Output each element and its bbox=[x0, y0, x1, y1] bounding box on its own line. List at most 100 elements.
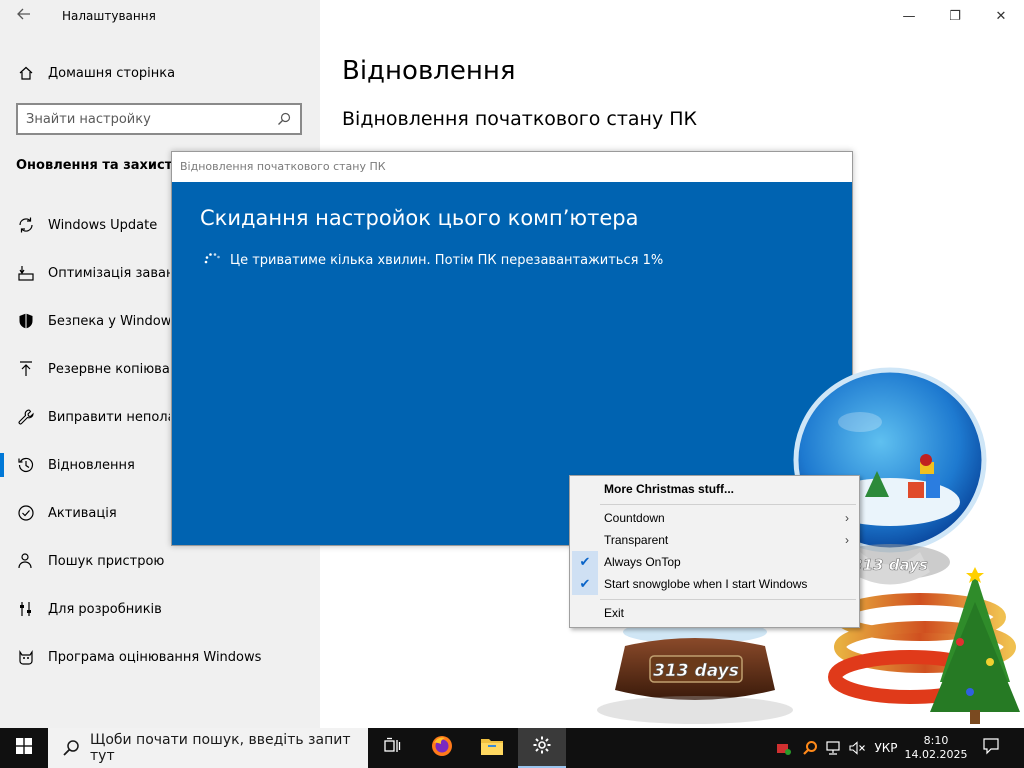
sidebar-item-insider-program[interactable]: Програма оцінювання Windows bbox=[0, 637, 320, 677]
menu-check-slot bbox=[572, 602, 598, 624]
dialog-status: Це триватиме кілька хвилин. Потім ПК пер… bbox=[202, 250, 663, 270]
start-button[interactable] bbox=[0, 728, 48, 768]
menu-item-label: Transparent bbox=[604, 533, 669, 547]
person-locate-icon bbox=[16, 551, 36, 571]
notification-icon bbox=[982, 737, 1000, 759]
desktop-screen: Налаштування Домашня сторінка Оновлення … bbox=[0, 0, 1024, 768]
taskbar-search-text: Щоби почати пошук, введіть запит тут bbox=[90, 732, 351, 764]
settings-search-box[interactable] bbox=[16, 103, 302, 135]
chevron-right-icon: › bbox=[845, 533, 849, 547]
sidebar-item-backup[interactable]: Резервне копіювання bbox=[0, 349, 170, 389]
checkmark-icon: ✔ bbox=[572, 551, 598, 573]
menu-separator bbox=[600, 599, 856, 600]
back-arrow-icon[interactable] bbox=[14, 6, 34, 26]
checkmark-icon: ✔ bbox=[572, 573, 598, 595]
sidebar-item-label: Програма оцінювання Windows bbox=[48, 649, 262, 665]
home-label: Домашня сторінка bbox=[48, 65, 176, 81]
sidebar-item-for-developers[interactable]: Для розробників bbox=[0, 589, 320, 629]
days-counter-small: 313 days bbox=[653, 661, 739, 681]
shield-icon bbox=[16, 311, 36, 331]
sidebar-item-troubleshoot[interactable]: Виправити неполадки bbox=[0, 397, 170, 437]
sidebar-item-label: Пошук пристрою bbox=[48, 553, 165, 569]
history-icon bbox=[16, 455, 36, 475]
page-subtitle: Відновлення початкового стану ПК bbox=[342, 108, 698, 130]
settings-taskbar-button[interactable] bbox=[518, 728, 566, 768]
window-controls: — ❐ ✕ bbox=[886, 0, 1024, 32]
menu-item-always-on-top[interactable]: ✔ Always OnTop bbox=[572, 551, 857, 573]
search-icon[interactable] bbox=[276, 111, 292, 127]
gear-icon bbox=[532, 735, 552, 759]
home-nav-item[interactable]: Домашня сторінка bbox=[16, 62, 175, 84]
delivery-optimization-icon bbox=[16, 263, 36, 283]
notification-center-button[interactable] bbox=[976, 728, 1006, 768]
file-explorer-taskbar-button[interactable] bbox=[468, 728, 516, 768]
dialog-status-text: Це триватиме кілька хвилин. Потім ПК пер… bbox=[230, 252, 664, 268]
sidebar-item-label: Безпека у Windows bbox=[48, 313, 170, 329]
menu-item-label: More Christmas stuff... bbox=[604, 482, 735, 496]
firefox-icon bbox=[430, 734, 454, 762]
check-circle-icon bbox=[16, 503, 36, 523]
sidebar-item-find-device[interactable]: Пошук пристрою bbox=[0, 541, 320, 581]
menu-check-slot bbox=[572, 478, 598, 500]
backup-arrow-icon bbox=[16, 359, 36, 379]
home-icon bbox=[16, 63, 36, 83]
developer-sliders-icon bbox=[16, 599, 36, 619]
sidebar-item-delivery-optimization[interactable]: Оптимізація завантаження bbox=[0, 253, 170, 293]
menu-separator bbox=[600, 504, 856, 505]
menu-item-label: Countdown bbox=[604, 511, 665, 525]
section-title: Оновлення та захист bbox=[16, 158, 173, 173]
menu-item-more-christmas[interactable]: More Christmas stuff... bbox=[572, 478, 857, 500]
insider-cat-icon bbox=[16, 647, 36, 667]
tray-app-icon[interactable] bbox=[772, 728, 796, 768]
clock-date: 14.02.2025 bbox=[904, 748, 968, 761]
app-title: Налаштування bbox=[62, 9, 156, 23]
search-icon bbox=[62, 739, 80, 757]
menu-item-transparent[interactable]: Transparent › bbox=[572, 529, 857, 551]
days-counter-big: 313 days bbox=[852, 556, 928, 574]
snowglobe-context-menu: More Christmas stuff... Countdown › Tran… bbox=[569, 475, 860, 628]
dialog-heading: Скидання настройок цього комп’ютера bbox=[200, 206, 639, 230]
sidebar-item-label: Windows Update bbox=[48, 217, 158, 233]
clock[interactable]: 8:10 14.02.2025 bbox=[904, 728, 968, 768]
taskbar-search-box[interactable]: Щоби почати пошук, введіть запит тут bbox=[48, 728, 368, 768]
sync-icon bbox=[16, 215, 36, 235]
close-button[interactable]: ✕ bbox=[978, 0, 1024, 32]
loading-spinner-icon bbox=[202, 250, 222, 270]
sidebar-item-label: Для розробників bbox=[48, 601, 162, 617]
sidebar-item-label: Оптимізація завантаження bbox=[48, 265, 170, 281]
sidebar-item-label: Відновлення bbox=[48, 457, 135, 473]
menu-item-label: Always OnTop bbox=[604, 555, 681, 569]
menu-item-countdown[interactable]: Countdown › bbox=[572, 507, 857, 529]
firefox-taskbar-button[interactable] bbox=[418, 728, 466, 768]
dialog-title: Відновлення початкового стану ПК bbox=[172, 152, 852, 182]
network-icon[interactable] bbox=[822, 728, 846, 768]
minimize-button[interactable]: — bbox=[886, 0, 932, 32]
menu-item-start-with-windows[interactable]: ✔ Start snowglobe when I start Windows bbox=[572, 573, 857, 595]
sidebar-item-recovery[interactable]: Відновлення bbox=[0, 445, 170, 485]
menu-item-label: Start snowglobe when I start Windows bbox=[604, 577, 808, 591]
sidebar-item-windows-update[interactable]: Windows Update bbox=[0, 205, 170, 245]
taskbar: Щоби почати пошук, введіть запит тут УКР… bbox=[0, 728, 1024, 768]
menu-item-label: Exit bbox=[604, 606, 625, 620]
sidebar-item-windows-security[interactable]: Безпека у Windows bbox=[0, 301, 170, 341]
wrench-icon bbox=[16, 407, 36, 427]
sidebar-item-label: Виправити неполадки bbox=[48, 409, 170, 425]
page-title: Відновлення bbox=[342, 56, 516, 86]
menu-item-exit[interactable]: Exit bbox=[572, 602, 857, 624]
sidebar-item-activation[interactable]: Активація bbox=[0, 493, 170, 533]
menu-check-slot bbox=[572, 529, 598, 551]
menu-check-slot bbox=[572, 507, 598, 529]
task-view-icon bbox=[383, 737, 401, 759]
task-view-button[interactable] bbox=[368, 728, 416, 768]
sidebar-item-label: Резервне копіювання bbox=[48, 361, 170, 377]
tray-search-icon[interactable] bbox=[798, 728, 822, 768]
sidebar-item-label: Активація bbox=[48, 505, 117, 521]
clock-time: 8:10 bbox=[923, 734, 949, 747]
language-indicator[interactable]: УКР bbox=[868, 728, 904, 768]
volume-muted-icon[interactable] bbox=[846, 728, 868, 768]
folder-icon bbox=[480, 735, 504, 761]
chevron-right-icon: › bbox=[845, 511, 849, 525]
windows-logo-icon bbox=[16, 738, 32, 758]
settings-search-input[interactable] bbox=[26, 111, 276, 127]
restore-button[interactable]: ❐ bbox=[932, 0, 978, 32]
